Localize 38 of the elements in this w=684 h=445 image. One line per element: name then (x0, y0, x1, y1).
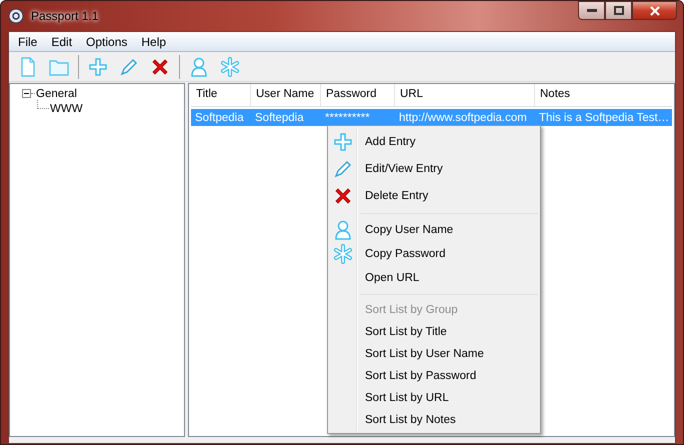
close-icon (650, 6, 660, 16)
app-icon (8, 8, 24, 24)
column-header[interactable]: User Name (251, 84, 321, 106)
window-title: Passport 1.1 (31, 9, 98, 23)
minimize-icon (586, 8, 596, 12)
menu-entry[interactable]: Copy Password (358, 248, 446, 260)
menu-item[interactable]: Help (134, 34, 174, 48)
table-cell-text: ********** (324, 112, 371, 124)
menu-item[interactable]: File (11, 34, 44, 48)
table-cell-text: Softpedia (194, 112, 245, 124)
tree-item[interactable]: WWW (50, 102, 83, 114)
menu-entry[interactable]: Open URL (358, 272, 420, 284)
column-header[interactable]: URL (395, 84, 535, 106)
menu-entry[interactable]: Add Entry (358, 136, 416, 148)
table-cell-text: http://www.softpedia.com (398, 112, 528, 124)
menu-entry[interactable]: Delete Entry (358, 190, 428, 202)
menu-entry[interactable]: Sort List by Title (358, 326, 447, 338)
minimize-button[interactable] (578, 1, 605, 20)
column-header[interactable]: Password (321, 84, 395, 106)
table-cell-text: Softepdia (254, 112, 305, 124)
menu-entry[interactable]: Sort List by User Name (358, 348, 484, 360)
asterisk-icon (332, 243, 354, 265)
close-button[interactable] (632, 1, 677, 20)
add-icon (332, 130, 354, 152)
menu-entry[interactable]: Sort List by URL (358, 392, 449, 404)
menu-entry[interactable]: Sort List by Notes (358, 414, 456, 426)
menu-entry[interactable]: Edit/View Entry (358, 162, 443, 174)
tree-item[interactable]: General (36, 88, 77, 100)
menu-entry[interactable]: Sort List by Password (358, 370, 476, 382)
menu-entry[interactable]: Copy User Name (358, 224, 454, 236)
column-header[interactable]: Notes (535, 84, 672, 106)
column-header[interactable]: Title (191, 84, 251, 106)
maximize-button[interactable] (605, 1, 632, 20)
maximize-icon (614, 6, 624, 15)
collapse-toggle[interactable] (22, 89, 31, 98)
menu-item[interactable]: Edit (44, 34, 80, 48)
menu-item[interactable]: Options (79, 34, 134, 48)
table-cell-text: This is a Softpedia Test… (538, 112, 670, 124)
